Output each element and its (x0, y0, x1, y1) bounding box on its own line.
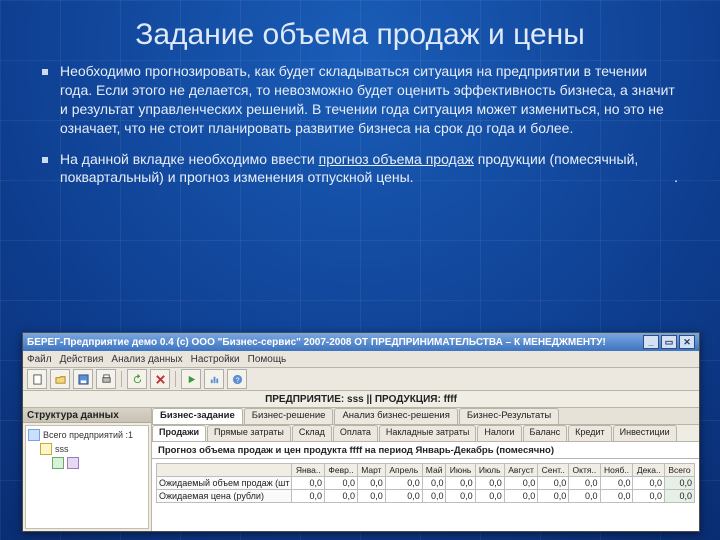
tab-баланс[interactable]: Баланс (523, 425, 568, 441)
close-button[interactable]: ✕ (679, 335, 695, 349)
tree-subicons[interactable] (28, 456, 146, 470)
toolbar: ? (23, 368, 699, 391)
info-bar: ПРЕДПРИЯТИЕ: sss || ПРОДУКЦИЯ: ffff (23, 391, 699, 408)
menu-bar: Файл Действия Анализ данных Настройки Помощь (23, 351, 699, 368)
menu-файл[interactable]: Файл (27, 354, 52, 365)
tab-накладные-затраты[interactable]: Накладные затраты (379, 425, 476, 441)
tab-прямые-затраты[interactable]: Прямые затраты (207, 425, 291, 441)
tab-продажи[interactable]: Продажи (152, 425, 206, 441)
tree-summary: Всего предприятий :1 (28, 428, 146, 442)
product-icon (52, 457, 64, 469)
tab-оплата[interactable]: Оплата (333, 425, 378, 441)
table-row[interactable]: Ожидаемая цена (рубли)0,00,00,00,00,00,0… (157, 490, 695, 503)
org-icon (28, 429, 40, 441)
grid-caption: Прогноз объема продаж и цен продукта fff… (152, 442, 699, 459)
doc-icon[interactable] (27, 369, 47, 389)
menu-помощь[interactable]: Помощь (248, 354, 287, 365)
menu-анализ данных[interactable]: Анализ данных (111, 354, 182, 365)
menu-настройки[interactable]: Настройки (191, 354, 240, 365)
db-icon (67, 457, 79, 469)
titlebar[interactable]: БЕРЕГ-Предприятие демо 0.4 (с) ООО "Бизн… (23, 333, 699, 351)
tree-view[interactable]: Всего предприятий :1 sss (25, 425, 149, 529)
minimize-button[interactable]: _ (643, 335, 659, 349)
tab-инвестиции[interactable]: Инвестиции (613, 425, 677, 441)
tab-анализ-бизнес-решения[interactable]: Анализ бизнес-решения (334, 408, 457, 424)
tab-кредит[interactable]: Кредит (568, 425, 611, 441)
trailing-dot: . (674, 168, 678, 187)
print-icon[interactable] (96, 369, 116, 389)
sidebar: Структура данных Всего предприятий :1 ss… (23, 408, 152, 531)
bullet-2-underline: прогноз объема продаж (319, 151, 474, 167)
bullet-2: На данной вкладке необходимо ввести прог… (42, 150, 678, 188)
window-title: БЕРЕГ-Предприятие демо 0.4 (с) ООО "Бизн… (27, 337, 606, 348)
tab-налоги[interactable]: Налоги (477, 425, 521, 441)
run-icon[interactable] (181, 369, 201, 389)
app-window: БЕРЕГ-Предприятие демо 0.4 (с) ООО "Бизн… (22, 332, 700, 532)
sidebar-header: Структура данных (23, 408, 151, 423)
tab-склад[interactable]: Склад (292, 425, 332, 441)
delete-icon[interactable] (150, 369, 170, 389)
svg-text:?: ? (235, 375, 239, 384)
slide-title: Задание объема продаж и цены (0, 0, 720, 62)
table-row[interactable]: Ожидаемый объем продаж (шт0,00,00,00,00,… (157, 477, 695, 490)
tab-bar-sub: ПродажиПрямые затратыСкладОплатаНакладны… (152, 425, 699, 442)
tab-бизнес-задание[interactable]: Бизнес-задание (152, 408, 243, 424)
menu-действия[interactable]: Действия (60, 354, 104, 365)
refresh-icon[interactable] (127, 369, 147, 389)
chart-icon[interactable] (204, 369, 224, 389)
folder-icon (40, 443, 52, 455)
bullet-2-a: На данной вкладке необходимо ввести (60, 151, 319, 167)
help-icon[interactable]: ? (227, 369, 247, 389)
save-icon[interactable] (73, 369, 93, 389)
bullet-1: Необходимо прогнозировать, как будет скл… (42, 62, 678, 138)
tab-bar-main: Бизнес-заданиеБизнес-решениеАнализ бизне… (152, 408, 699, 425)
tab-бизнес-результаты[interactable]: Бизнес-Результаты (459, 408, 559, 424)
maximize-button[interactable]: ▭ (661, 335, 677, 349)
tab-бизнес-решение[interactable]: Бизнес-решение (244, 408, 334, 424)
open-icon[interactable] (50, 369, 70, 389)
tree-item[interactable]: sss (28, 442, 146, 456)
data-grid[interactable]: Янва..Февр..МартАпрельМайИюньИюльАвгустС… (152, 459, 699, 531)
